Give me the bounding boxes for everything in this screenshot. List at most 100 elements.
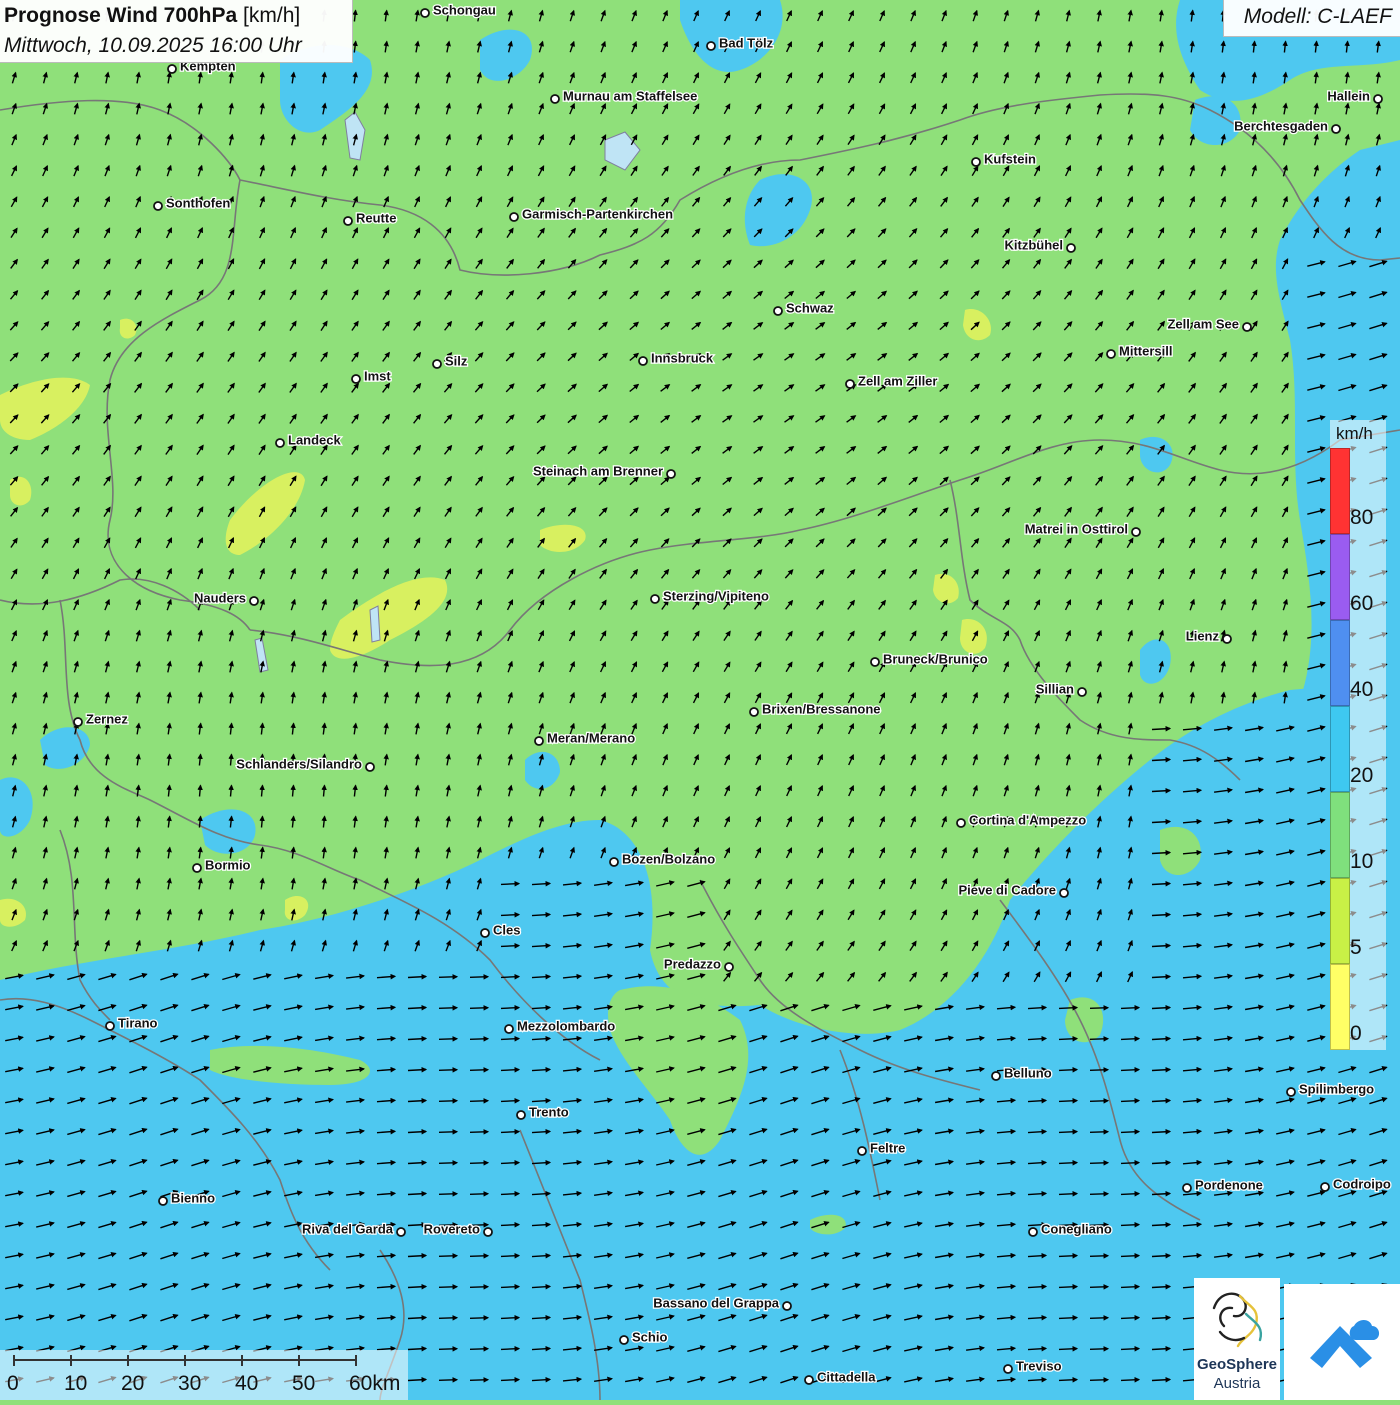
wind-arrow <box>500 1036 521 1042</box>
geosphere-name: GeoSphere <box>1196 1356 1278 1373</box>
wind-arrow <box>469 1067 490 1073</box>
scale-label: 60km <box>349 1372 401 1395</box>
wind-arrow <box>500 1346 521 1352</box>
place-dot <box>1028 1227 1038 1237</box>
place-dot <box>1077 687 1087 697</box>
wind-arrow <box>1058 1036 1079 1042</box>
wind-arrow <box>1058 1191 1079 1197</box>
place-dot <box>638 356 648 366</box>
place-dot <box>706 41 716 51</box>
wind-arrow <box>407 1035 428 1042</box>
place-marker: Riva del Garda <box>301 1220 406 1238</box>
wind-arrow <box>1120 1067 1141 1073</box>
wind-arrow <box>1151 1035 1172 1042</box>
wind-arrow <box>1151 787 1172 794</box>
wind-arrow <box>438 1191 459 1197</box>
wind-arrow <box>500 1377 521 1383</box>
place-dot <box>1003 1364 1013 1374</box>
place-dot <box>249 596 259 606</box>
place-dot <box>782 1301 792 1311</box>
place-label: Sonthofen <box>166 195 230 210</box>
partner-logo <box>1284 1284 1400 1400</box>
place-dot <box>365 762 375 772</box>
wind-arrow <box>407 1283 428 1290</box>
place-marker: Pordenone <box>1182 1176 1264 1194</box>
place-label: Reutte <box>356 210 396 225</box>
wind-arrow <box>1120 1191 1141 1197</box>
place-dot <box>971 157 981 167</box>
place-marker: Bassano del Grappa <box>652 1294 792 1312</box>
wind-arrow <box>500 1129 521 1135</box>
place-dot <box>167 64 177 74</box>
place-label: Kufstein <box>984 151 1036 166</box>
wind-arrow <box>1120 1098 1141 1104</box>
wind-arrow <box>407 1345 428 1352</box>
place-label: Innsbruck <box>651 350 714 365</box>
place-label: Riva del Garda <box>302 1221 394 1236</box>
wind-arrow <box>1089 1098 1110 1104</box>
wind-arrow <box>1058 1098 1079 1104</box>
place-dot <box>432 359 442 369</box>
place-dot <box>483 1227 493 1237</box>
wind-arrow <box>500 1067 521 1073</box>
distance-scalebar: 0 10 20 30 40 50 60km <box>0 1350 408 1400</box>
place-dot <box>343 216 353 226</box>
wind-arrow <box>1058 1315 1079 1321</box>
wind-arrow <box>500 1222 521 1228</box>
legend-segment <box>1330 534 1350 620</box>
place-dot <box>504 1024 514 1034</box>
place-marker: Murnau am Staffelsee <box>550 87 699 105</box>
wind-arrow <box>500 1005 521 1011</box>
place-label: Nauders <box>194 590 246 605</box>
place-dot <box>480 928 490 938</box>
place-label: Berchtesgaden <box>1234 118 1328 133</box>
place-label: Codroipo <box>1333 1176 1391 1191</box>
place-dot <box>1059 888 1069 898</box>
legend-label: 80 <box>1350 506 1374 529</box>
place-dot <box>1331 124 1341 134</box>
wind-arrow <box>438 1346 459 1352</box>
wind-arrow <box>1151 1221 1172 1228</box>
scale-label: 30 <box>178 1372 202 1395</box>
wind-arrow <box>1151 1097 1172 1104</box>
place-label: Matrei in Osttirol <box>1025 521 1128 536</box>
place-dot <box>153 201 163 211</box>
place-label: Murnau am Staffelsee <box>563 88 697 103</box>
scale-label: 40 <box>235 1372 259 1395</box>
wind-arrow <box>1151 1128 1172 1135</box>
place-label: Pordenone <box>1195 1177 1263 1192</box>
geosphere-logo: GeoSphere Austria <box>1194 1278 1280 1400</box>
place-label: Sterzing/Vipiteno <box>663 588 769 603</box>
geosphere-country: Austria <box>1213 1375 1261 1392</box>
scale-label: 10 <box>64 1372 88 1395</box>
wind-arrow <box>1089 1129 1110 1135</box>
wind-arrow <box>469 1284 490 1290</box>
wind-arrow <box>1120 1253 1141 1259</box>
wind-arrow <box>469 1377 490 1383</box>
wind-arrow <box>438 1005 459 1011</box>
wind-arrow <box>407 1252 428 1259</box>
place-label: Mittersill <box>1119 343 1172 358</box>
place-marker: Bruneck/Brunico <box>870 650 989 668</box>
place-marker: Brixen/Bressanone <box>749 700 882 718</box>
place-label: Landeck <box>288 432 342 447</box>
wind-arrow <box>500 974 521 980</box>
legend-unit: km/h <box>1336 424 1373 443</box>
place-dot <box>158 1196 168 1206</box>
place-dot <box>1106 349 1116 359</box>
wind-arrow <box>1151 1283 1172 1290</box>
place-label: Kitzbühel <box>1005 237 1064 252</box>
wind-arrow <box>438 1315 459 1321</box>
wind-arrow <box>1151 756 1172 763</box>
place-label: Schlanders/Silandro <box>236 756 362 771</box>
wind-speed-legend: km/h 0 5 10 20 40 60 80 <box>1330 420 1386 1050</box>
place-dot <box>857 1146 867 1156</box>
wind-arrow <box>228 784 234 797</box>
place-dot <box>73 717 83 727</box>
place-label: Schio <box>632 1329 667 1344</box>
geosphere-emblem-icon <box>1212 1292 1263 1348</box>
wind-arrow <box>500 1160 521 1166</box>
scale-label: 0 <box>7 1372 19 1395</box>
wind-arrow <box>407 1097 428 1104</box>
place-dot <box>1242 322 1252 332</box>
